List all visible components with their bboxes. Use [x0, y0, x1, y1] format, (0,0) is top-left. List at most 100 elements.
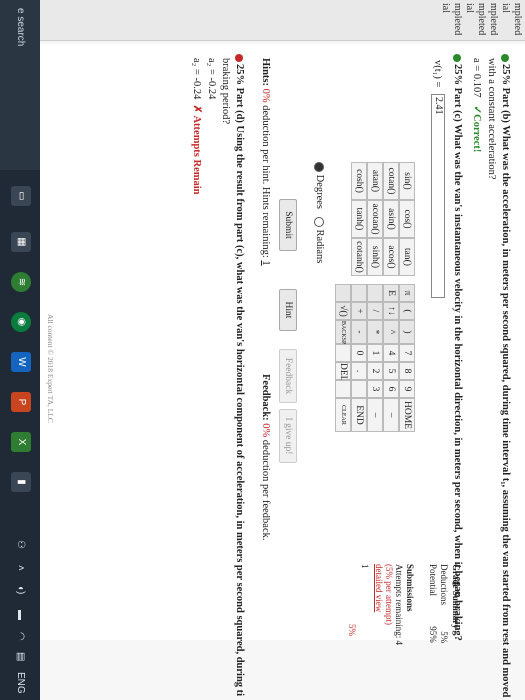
question-panel: 25% Part (b) What was the acceleration, … — [40, 44, 525, 697]
sidebar-status: mpleted — [512, 3, 523, 36]
task-view-icon[interactable]: ▭ — [11, 186, 31, 206]
tray-people-icon[interactable]: ⚇ — [0, 540, 40, 549]
keypad-key[interactable]: 5 — [383, 362, 399, 380]
keypad-key[interactable]: 1 — [367, 344, 383, 362]
keypad-key[interactable]: – — [383, 398, 399, 432]
radians-label: Radians — [314, 229, 325, 264]
sidebar-status: mpleted — [452, 3, 463, 36]
correct-check-icon — [501, 54, 510, 62]
function-key[interactable]: cosh() — [351, 162, 367, 200]
part-d-header-cont: braking period? — [220, 58, 231, 125]
keypad-key[interactable]: 9 — [399, 380, 415, 398]
keypad-key[interactable]: DEL — [335, 362, 351, 381]
keypad-key[interactable] — [351, 284, 367, 302]
chrome-icon[interactable]: ◉ — [11, 312, 31, 332]
grade-row: Deductions 5% — [439, 564, 449, 644]
function-key[interactable]: cotanh() — [351, 238, 367, 276]
wifi-icon[interactable]: ◠ — [0, 632, 40, 641]
attempts-remaining: Attempts remaining: 4 — [394, 564, 404, 645]
keypad-key[interactable] — [335, 344, 351, 362]
volume-icon[interactable]: ◖) — [0, 585, 40, 594]
feedback-button[interactable]: Feedback — [279, 349, 297, 403]
submit-button[interactable]: Submit — [279, 199, 297, 251]
sidebar-status: ial — [500, 3, 511, 13]
battery-icon[interactable]: ▬ — [0, 610, 40, 620]
keypad-key[interactable]: + — [351, 302, 367, 320]
attempt-penalty: (5% per attempt) — [384, 564, 394, 625]
hint-button[interactable]: Hint — [279, 289, 297, 331]
give-up-button[interactable]: I give up! — [279, 409, 297, 463]
part-d-attempt: a₂ = -0.24 ✗ Attempts Remain — [191, 58, 202, 195]
incorrect-icon — [235, 54, 244, 62]
keypad-key[interactable]: 0 — [351, 344, 367, 362]
rotated-screen: mpleted ial mpleted mpleted ial mpleted … — [0, 0, 525, 700]
keypad-key[interactable]: . — [351, 362, 367, 380]
notification-icon[interactable]: ▤ — [0, 652, 40, 661]
keypad-key[interactable] — [335, 380, 351, 398]
attempt-deduction: 5% — [347, 624, 357, 636]
function-key[interactable]: acotan() — [367, 200, 383, 238]
function-key[interactable]: asin() — [383, 200, 399, 238]
function-key[interactable]: tan() — [399, 238, 415, 276]
function-key[interactable]: sin() — [399, 162, 415, 200]
keypad-key[interactable] — [367, 284, 383, 302]
part-d-header: 25% Part (d) Using the result from part … — [234, 54, 245, 696]
answer-input[interactable]: 2.41 — [431, 94, 445, 298]
keypad-key[interactable] — [351, 380, 367, 398]
progress-sidebar: mpleted ial mpleted mpleted ial mpleted … — [40, 0, 525, 41]
hints-info: Hints: 0% deduction per hint. Hints rema… — [260, 58, 271, 266]
function-key[interactable]: acos() — [383, 238, 399, 276]
keypad-key[interactable]: E — [383, 284, 399, 302]
powerpoint-icon[interactable]: P — [11, 392, 31, 412]
keypad-key[interactable]: END — [351, 398, 367, 432]
part-b-header: 25% Part (b) What was the acceleration, … — [500, 54, 511, 697]
keypad-key[interactable]: CLEAR — [335, 398, 351, 432]
keypad-key[interactable]: / — [367, 302, 383, 320]
keypad-key[interactable]: 8 — [399, 362, 415, 380]
function-key[interactable]: cotan() — [383, 162, 399, 200]
keypad-key[interactable]: ) — [399, 320, 415, 344]
excel-icon[interactable]: X — [11, 432, 31, 452]
keypad-key[interactable]: 7 — [399, 344, 415, 362]
keypad-key[interactable]: π — [399, 284, 415, 302]
function-key[interactable]: tanh() — [351, 200, 367, 238]
sidebar-status: ial — [464, 3, 475, 13]
keypad-key[interactable] — [335, 284, 351, 302]
spotify-icon[interactable]: ≋ — [11, 272, 31, 292]
keypad-key[interactable]: 2 — [367, 362, 383, 380]
part-c-header: 25% Part (c) What was the van's instanta… — [452, 54, 463, 641]
degrees-radio[interactable] — [314, 162, 325, 172]
word-icon[interactable]: W — [11, 352, 31, 372]
keypad-key[interactable]: 4 — [383, 344, 399, 362]
keypad-key[interactable]: ( — [399, 302, 415, 320]
angle-mode: Degrees Radians — [314, 162, 325, 263]
tray-chevron-icon[interactable]: ˄ — [0, 565, 40, 571]
calculator-icon[interactable]: ▦ — [11, 232, 31, 252]
keypad-key[interactable]: 3 — [367, 380, 383, 398]
keypad-key[interactable]: - — [351, 320, 367, 344]
keypad-key[interactable]: ↑↓ — [383, 302, 399, 320]
keypad-key[interactable]: * — [367, 320, 383, 344]
keypad-key[interactable]: BACKSPACE — [335, 320, 351, 356]
app-icon[interactable]: ▮ — [11, 472, 31, 492]
part-b-answer: a = 0.107 ✓Correct! — [471, 58, 482, 153]
keypad-key[interactable]: – — [367, 398, 383, 432]
language-indicator[interactable]: ENG — [0, 672, 40, 694]
detailed-view-link[interactable]: detailed view — [374, 564, 384, 612]
keypad-key[interactable]: HOME — [399, 398, 415, 432]
submissions-title: Submissions — [405, 564, 415, 612]
keypad-key[interactable]: √() — [335, 302, 351, 320]
sidebar-status: mpleted — [488, 3, 499, 36]
function-key[interactable]: cos() — [399, 200, 415, 238]
part-d-attempt: a₂ = -0.24 — [206, 58, 217, 100]
taskbar-search-box[interactable]: e search — [0, 0, 40, 170]
function-key[interactable]: atan() — [367, 162, 383, 200]
windows-taskbar: e search ▭ ▦ ≋ ◉ W P X ▮ ⚇ ˄ ◖) ▬ ◠ ▤ EN… — [0, 0, 40, 700]
keypad-key[interactable]: 6 — [383, 380, 399, 398]
radians-radio[interactable] — [314, 216, 325, 227]
keypad-key[interactable]: ^ — [383, 320, 399, 344]
function-key[interactable]: sinh() — [367, 238, 383, 276]
status-icon — [453, 54, 462, 62]
grade-row: Potential 95% — [428, 564, 438, 643]
feedback-info: Feedback: 0% deduction per feedback. — [260, 374, 271, 541]
